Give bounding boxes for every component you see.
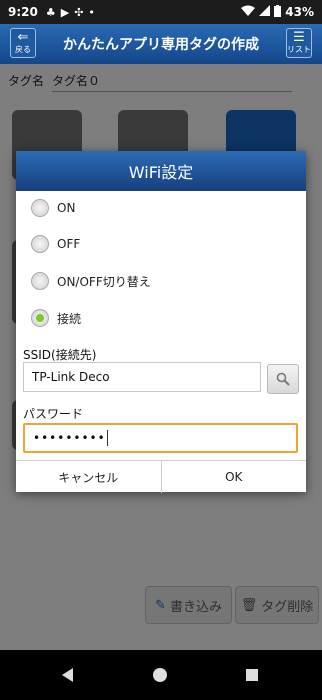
password-label: パスワード	[23, 407, 84, 421]
list-label: リスト	[287, 45, 311, 54]
status-time: 9:20	[8, 5, 38, 19]
password-input[interactable]: •••••••••	[23, 423, 298, 453]
ssid-search-button[interactable]	[267, 364, 299, 394]
page-title: かんたんアプリ専用タグの作成	[63, 37, 259, 53]
ssid-input[interactable]: TP-Link Deco	[23, 362, 261, 392]
dialog-title: WiFi設定	[16, 151, 306, 191]
radio-on[interactable]	[31, 199, 49, 217]
notification-icon: ♣	[45, 5, 56, 19]
radio-connect[interactable]	[31, 309, 49, 327]
radio-toggle[interactable]	[31, 272, 49, 290]
radio-off[interactable]	[31, 235, 49, 253]
status-bar: 9:20 ♣ ▶ ✣ • 43%	[0, 0, 322, 24]
dialog-button-bar: キャンセル OK	[16, 460, 306, 493]
option-on[interactable]: ON	[31, 199, 75, 217]
list-icon: ☰	[293, 30, 305, 45]
app-header: ⇐ 戻る かんたんアプリ専用タグの作成 ☰ リスト	[0, 24, 322, 64]
dot-icon: •	[88, 5, 95, 19]
battery-percent: 43%	[285, 5, 314, 19]
nav-recent-icon[interactable]	[246, 669, 258, 681]
option-off[interactable]: OFF	[31, 235, 80, 253]
search-icon	[276, 372, 290, 386]
option-label: 接続	[57, 311, 82, 326]
option-label: ON	[57, 201, 76, 215]
nav-home-icon[interactable]	[153, 668, 167, 682]
wifi-settings-dialog: WiFi設定 ON OFF ON/OFF切り替え 接続 SSID(接続先) TP…	[16, 151, 306, 493]
battery-icon	[274, 4, 282, 20]
option-label: OFF	[57, 237, 81, 251]
option-connect[interactable]: 接続	[31, 309, 81, 327]
nav-back-icon[interactable]	[62, 668, 73, 682]
cancel-button[interactable]: キャンセル	[16, 461, 161, 493]
fan-icon: ✣	[74, 5, 84, 19]
password-value: •••••••••	[33, 431, 106, 445]
youtube-icon: ▶	[60, 5, 70, 19]
option-toggle[interactable]: ON/OFF切り替え	[31, 272, 151, 290]
signal-icon	[259, 5, 271, 19]
list-button[interactable]: ☰ リスト	[286, 28, 312, 58]
ok-button[interactable]: OK	[160, 461, 307, 493]
option-label: ON/OFF切り替え	[57, 274, 151, 289]
wifi-icon	[241, 5, 256, 19]
ssid-label: SSID(接続先)	[23, 348, 97, 362]
text-caret	[106, 430, 108, 446]
